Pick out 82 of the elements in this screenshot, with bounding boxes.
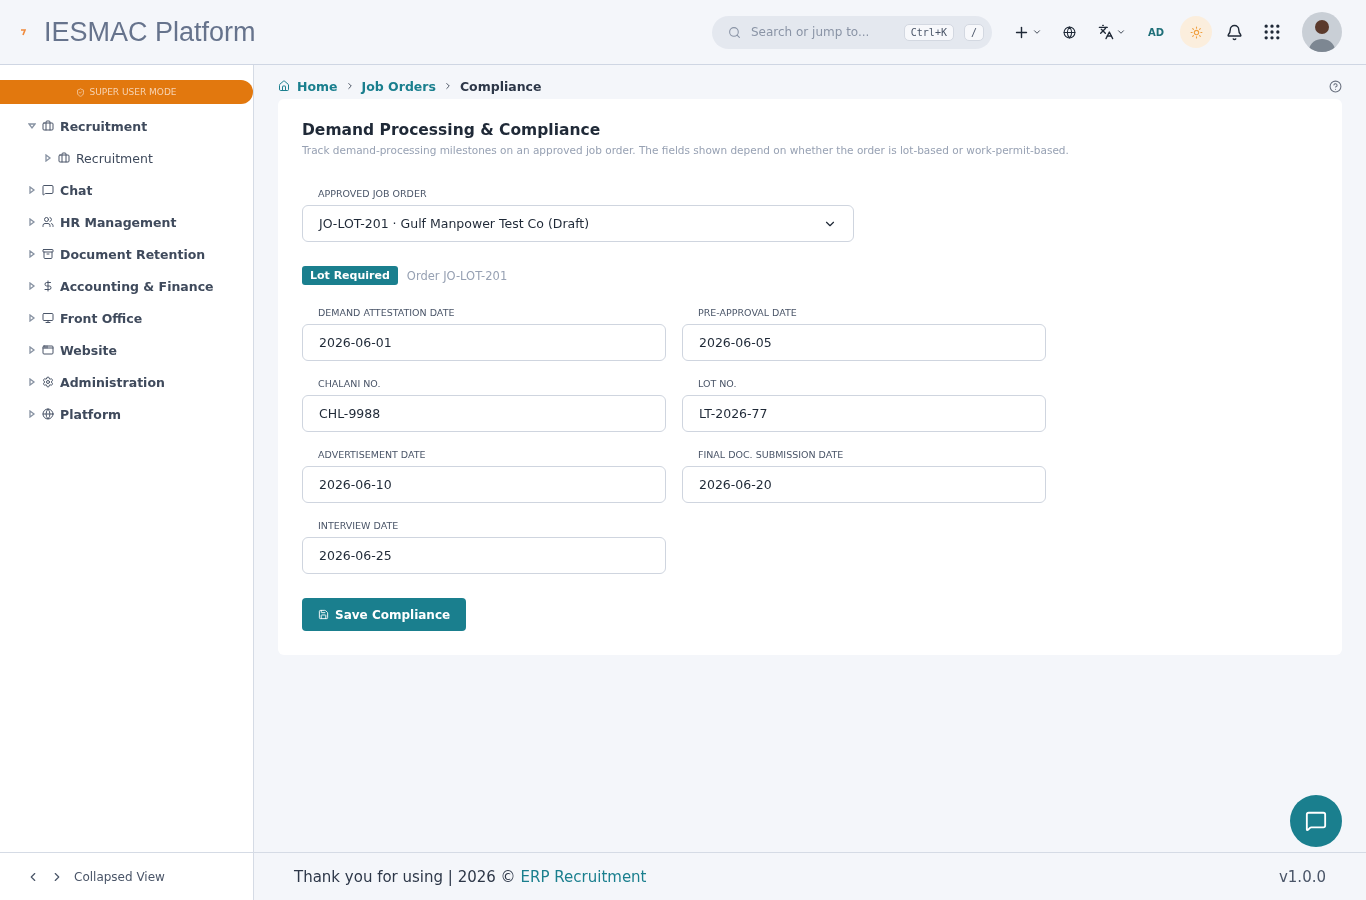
user-initials[interactable]: AD bbox=[1147, 26, 1164, 38]
briefcase-icon bbox=[58, 152, 70, 164]
grid-icon bbox=[1262, 22, 1282, 42]
sidebar-item[interactable]: Administration bbox=[60, 374, 165, 390]
current-page-label: Compliance bbox=[459, 78, 542, 94]
lot-badge: Lot Required bbox=[302, 266, 398, 285]
settings-icon bbox=[42, 376, 54, 388]
field-label: CHALANI NO. bbox=[318, 378, 382, 389]
breadcrumb-link[interactable]: Home bbox=[297, 78, 338, 94]
window-icon bbox=[42, 344, 54, 356]
caret-icon bbox=[1032, 27, 1043, 37]
job-order-select[interactable]: JO-LOT-201 · Gulf Manpower Test Co (Draft) bbox=[302, 205, 854, 242]
caret-icon bbox=[1115, 27, 1126, 37]
sidebar-item[interactable]: Website bbox=[60, 342, 117, 358]
chat-icon bbox=[42, 184, 54, 196]
sidebar-item[interactable]: Document Retention bbox=[60, 246, 206, 262]
input-field[interactable]: CHL-9988 bbox=[302, 395, 666, 432]
collapse-toggle[interactable]: Collapsed View bbox=[74, 869, 165, 884]
search-placeholder: Search or jump to... bbox=[750, 25, 871, 39]
input-field[interactable]: 2026-06-25 bbox=[302, 537, 666, 574]
caret-icon[interactable] bbox=[28, 314, 36, 322]
app-title: IESMAC Platform bbox=[44, 16, 256, 48]
input-field[interactable]: 2026-06-05 bbox=[682, 324, 1046, 361]
input-field[interactable]: LT-2026-77 bbox=[682, 395, 1046, 432]
field-label: APPROVED JOB ORDER bbox=[318, 188, 428, 199]
chat-button[interactable] bbox=[1290, 795, 1342, 847]
footer-link[interactable]: ERP Recruitment bbox=[520, 867, 647, 886]
caret-icon[interactable] bbox=[44, 154, 52, 162]
users-icon bbox=[42, 216, 54, 228]
chat-icon bbox=[1305, 810, 1327, 832]
sidebar-item[interactable]: Platform bbox=[60, 406, 122, 422]
help-icon[interactable] bbox=[1329, 79, 1342, 93]
caret-icon[interactable] bbox=[28, 282, 36, 290]
caret-icon[interactable] bbox=[28, 346, 36, 354]
field-label: FINAL DOC. SUBMISSION DATE bbox=[698, 449, 845, 460]
shield-icon bbox=[76, 87, 86, 97]
monitor-icon bbox=[42, 312, 54, 324]
caret-icon[interactable] bbox=[28, 250, 36, 258]
card-subtitle: Track demand-processing milestones on an approved job order. The fields shown depend on whether the order is lot-based or work-permit-based. bbox=[302, 144, 1070, 156]
sidebar-item[interactable]: Recruitment bbox=[60, 118, 148, 134]
sidebar-item[interactable]: Chat bbox=[60, 182, 93, 198]
save-icon bbox=[318, 609, 329, 620]
input-field[interactable]: 2026-06-10 bbox=[302, 466, 666, 503]
breadcrumb-link[interactable]: Job Orders bbox=[361, 78, 436, 94]
search-field[interactable]: Search or jump to... Ctrl+K / bbox=[711, 15, 992, 49]
theme-button[interactable] bbox=[1180, 16, 1212, 48]
input-field[interactable]: 2026-06-20 bbox=[682, 466, 1046, 503]
logo-icon bbox=[20, 28, 26, 36]
super-user-banner: SUPER USER MODE bbox=[0, 80, 253, 104]
sun-icon bbox=[1189, 25, 1203, 39]
briefcase-icon bbox=[42, 120, 54, 132]
globe-icon bbox=[42, 408, 54, 420]
order-reference: Order JO-LOT-201 bbox=[406, 268, 508, 283]
dollar-icon bbox=[42, 280, 54, 292]
caret-icon[interactable] bbox=[28, 378, 36, 386]
shortcut-key: / bbox=[963, 23, 984, 41]
home-icon[interactable] bbox=[278, 80, 290, 92]
save-button[interactable]: Save Compliance bbox=[302, 598, 467, 631]
card-title: Demand Processing & Compliance bbox=[302, 121, 602, 139]
field-label: DEMAND ATTESTATION DATE bbox=[318, 307, 456, 318]
field-label: INTERVIEW DATE bbox=[318, 520, 400, 531]
caret-icon[interactable] bbox=[28, 186, 36, 194]
archive-icon bbox=[42, 248, 54, 260]
shortcut-key: Ctrl+K bbox=[903, 23, 954, 41]
bell-icon bbox=[1225, 23, 1243, 41]
footer-text: Thank you for using | 2026 © bbox=[294, 867, 516, 886]
sidebar-item[interactable]: Accounting & Finance bbox=[60, 278, 214, 294]
caret-icon[interactable] bbox=[28, 410, 36, 418]
field-label: LOT NO. bbox=[698, 378, 738, 389]
sidebar-item[interactable]: Recruitment bbox=[76, 150, 153, 166]
translate-icon bbox=[1097, 24, 1114, 40]
caret-icon[interactable] bbox=[28, 122, 36, 130]
field-label: PRE-APPROVAL DATE bbox=[698, 307, 798, 318]
avatar[interactable] bbox=[1302, 12, 1342, 52]
sidebar-item[interactable]: Front Office bbox=[60, 310, 143, 326]
caret-icon[interactable] bbox=[28, 218, 36, 226]
field-label: ADVERTISEMENT DATE bbox=[318, 449, 427, 460]
input-field[interactable]: 2026-06-01 bbox=[302, 324, 666, 361]
sidebar-item[interactable]: HR Management bbox=[60, 214, 177, 230]
version-label: v1.0.0 bbox=[1278, 867, 1326, 886]
globe-icon bbox=[1063, 25, 1077, 39]
search-icon bbox=[727, 25, 741, 39]
